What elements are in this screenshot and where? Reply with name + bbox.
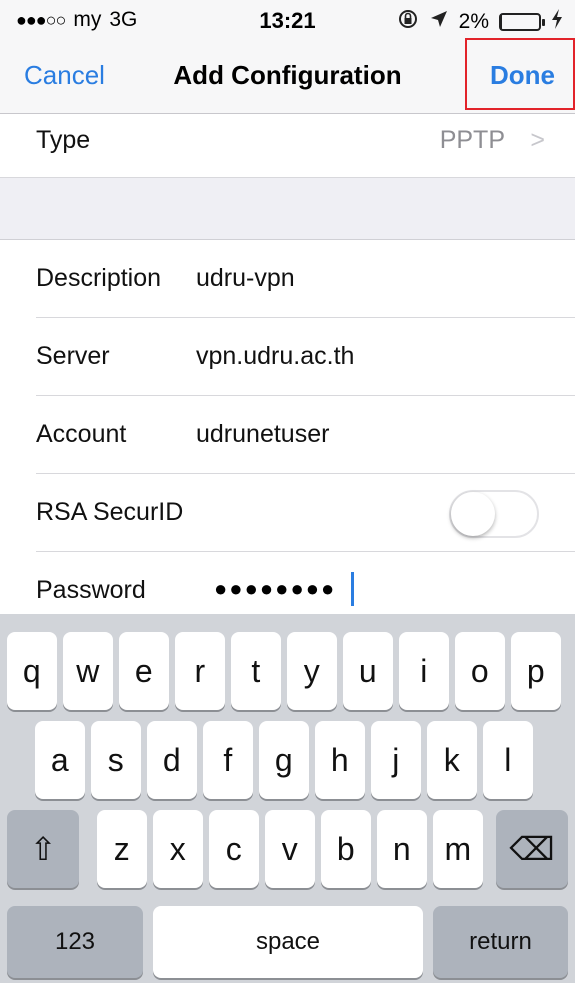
status-right: 2% <box>397 8 563 36</box>
key-n[interactable]: n <box>377 810 427 888</box>
section-gap <box>0 178 575 240</box>
chevron-right-icon: > <box>530 126 545 154</box>
done-button[interactable]: Done <box>490 60 555 91</box>
text-cursor <box>351 572 354 606</box>
type-label: Type <box>36 126 91 154</box>
key-i[interactable]: i <box>399 632 449 710</box>
keyboard: ⇧ ⌫ 123 space return qwertyuiop asdfghjkl… <box>0 614 575 983</box>
key-s[interactable]: s <box>91 721 141 799</box>
key-x[interactable]: x <box>153 810 203 888</box>
account-label: Account <box>36 420 127 448</box>
account-row[interactable]: Account udrunetuser <box>0 396 575 474</box>
battery-level-fill <box>501 15 502 29</box>
password-row[interactable]: Password ●●●●●●●● <box>0 552 575 614</box>
rsa-securid-toggle[interactable] <box>449 490 539 538</box>
server-field[interactable]: vpn.udru.ac.th <box>196 342 354 371</box>
type-value: PPTP <box>439 126 505 154</box>
shift-key[interactable]: ⇧ <box>7 810 79 888</box>
battery-percent: 2% <box>458 10 489 33</box>
rsa-securid-row: RSA SecurID <box>0 474 575 552</box>
key-t[interactable]: t <box>231 632 281 710</box>
space-key[interactable]: space <box>153 906 423 978</box>
toggle-knob <box>451 492 495 536</box>
key-u[interactable]: u <box>343 632 393 710</box>
rsa-securid-label: RSA SecurID <box>36 498 184 526</box>
password-field[interactable]: ●●●●●●●● <box>214 576 336 602</box>
type-row[interactable]: Type PPTP > <box>0 114 575 178</box>
orientation-lock-icon <box>397 8 419 36</box>
backspace-icon: ⌫ <box>509 831 555 867</box>
key-e[interactable]: e <box>119 632 169 710</box>
key-v[interactable]: v <box>265 810 315 888</box>
key-a[interactable]: a <box>35 721 85 799</box>
description-row[interactable]: Description udru-vpn <box>0 240 575 318</box>
battery-icon <box>499 13 545 31</box>
shift-icon: ⇧ <box>29 831 57 867</box>
key-z[interactable]: z <box>97 810 147 888</box>
key-r[interactable]: r <box>175 632 225 710</box>
key-m[interactable]: m <box>433 810 483 888</box>
return-key[interactable]: return <box>433 906 568 978</box>
numbers-key[interactable]: 123 <box>7 906 143 978</box>
description-label: Description <box>36 264 162 292</box>
key-q[interactable]: q <box>7 632 57 710</box>
key-w[interactable]: w <box>63 632 113 710</box>
key-o[interactable]: o <box>455 632 505 710</box>
server-row[interactable]: Server vpn.udru.ac.th <box>0 318 575 396</box>
description-field[interactable]: udru-vpn <box>196 264 295 293</box>
location-arrow-icon <box>429 9 449 35</box>
account-field[interactable]: udrunetuser <box>196 420 329 449</box>
key-j[interactable]: j <box>371 721 421 799</box>
key-h[interactable]: h <box>315 721 365 799</box>
server-label: Server <box>36 342 110 370</box>
key-b[interactable]: b <box>321 810 371 888</box>
key-d[interactable]: d <box>147 721 197 799</box>
key-c[interactable]: c <box>209 810 259 888</box>
key-f[interactable]: f <box>203 721 253 799</box>
key-g[interactable]: g <box>259 721 309 799</box>
password-label: Password <box>36 576 146 604</box>
delete-key[interactable]: ⌫ <box>496 810 568 888</box>
status-bar: ●●●○○ my 3G 13:21 2% <box>0 0 575 40</box>
nav-bar: Cancel Add Configuration Done <box>0 38 575 114</box>
key-k[interactable]: k <box>427 721 477 799</box>
bolt-icon <box>551 9 563 35</box>
key-p[interactable]: p <box>511 632 561 710</box>
key-l[interactable]: l <box>483 721 533 799</box>
key-y[interactable]: y <box>287 632 337 710</box>
